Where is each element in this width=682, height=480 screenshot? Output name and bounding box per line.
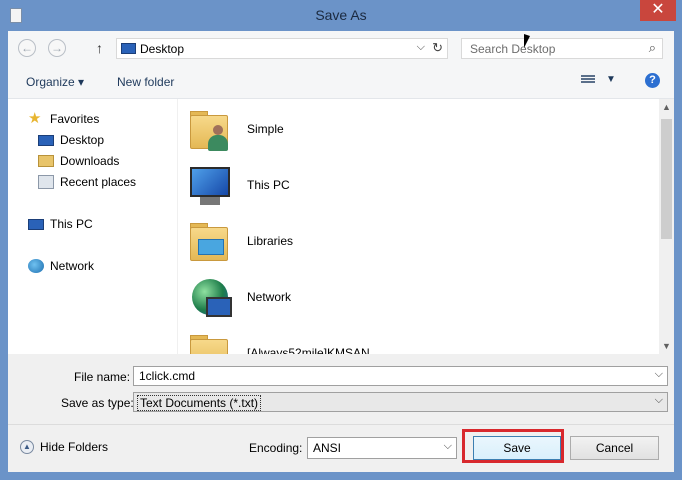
file-item-label: Libraries	[247, 234, 294, 248]
star-icon: ★	[28, 110, 42, 127]
sidebar-item-recent-places[interactable]: Recent places	[38, 174, 136, 190]
search-icon[interactable]: ⌕	[649, 40, 656, 56]
desktop-icon	[121, 43, 136, 54]
save-as-type-select[interactable]: Text Documents (*.txt) ⌵	[133, 392, 668, 412]
hide-folders-label: Hide Folders	[40, 440, 109, 454]
title-bar[interactable]: Save As ✕	[0, 0, 682, 31]
chevron-down-icon[interactable]: ⌵	[655, 368, 663, 381]
chevron-down-icon[interactable]: ⌵	[444, 440, 452, 453]
close-button[interactable]: ✕	[640, 0, 676, 21]
new-folder-button[interactable]: New folder	[117, 75, 174, 89]
file-name-value: 1click.cmd	[139, 369, 196, 383]
dialog-body: ← → ↑ Desktop ⌵ ↻ Search Desktop ⌕ Organ…	[8, 31, 674, 472]
libraries-icon	[186, 219, 232, 265]
sidebar-item-label: Favorites	[50, 112, 100, 126]
desktop-icon	[38, 134, 54, 146]
sidebar-item-label: Desktop	[60, 133, 105, 147]
chevron-up-icon: ▲	[20, 440, 34, 454]
command-bar: Organize ▾ New folder ▼ ?	[8, 65, 674, 99]
save-as-type-value: Text Documents (*.txt)	[137, 395, 262, 411]
sidebar-item-label: Downloads	[60, 154, 120, 168]
search-input[interactable]: Search Desktop ⌕	[461, 38, 663, 59]
scroll-up-icon[interactable]: ▲	[662, 102, 671, 112]
vertical-scrollbar[interactable]: ▲ ▼	[659, 99, 674, 354]
navigation-bar: ← → ↑ Desktop ⌵ ↻ Search Desktop ⌕	[8, 31, 674, 65]
save-as-dialog: Save As ✕ ← → ↑ Desktop ⌵ ↻ Search Deskt…	[0, 0, 682, 480]
network-icon	[186, 275, 232, 321]
up-button[interactable]: ↑	[96, 40, 103, 56]
list-item[interactable]: This PC	[186, 161, 486, 211]
encoding-select[interactable]: ANSI ⌵	[307, 437, 457, 459]
navigation-pane: ★ Favorites Desktop Downloads Recent pla…	[8, 99, 177, 354]
list-item[interactable]: [Always52mile]KMSAN	[186, 329, 486, 354]
chevron-down-icon[interactable]: ⌵	[655, 394, 663, 407]
computer-icon	[28, 218, 44, 230]
sidebar-item-label: This PC	[50, 217, 93, 231]
organize-button[interactable]: Organize ▾	[26, 75, 84, 89]
help-icon[interactable]: ?	[645, 73, 660, 88]
network-icon	[28, 259, 44, 273]
user-folder-icon	[186, 107, 232, 153]
refresh-icon[interactable]: ↻	[432, 40, 443, 56]
address-dropdown-icon[interactable]: ⌵	[417, 41, 425, 54]
file-name-field[interactable]: 1click.cmd ⌵	[133, 366, 668, 386]
view-options-icon[interactable]	[581, 74, 595, 87]
mouse-cursor	[524, 34, 530, 48]
encoding-label: Encoding:	[249, 441, 303, 455]
save-options-panel: File name: 1click.cmd ⌵ Save as type: Te…	[8, 354, 674, 472]
file-item-label: This PC	[247, 178, 290, 192]
sidebar-item-downloads[interactable]: Downloads	[38, 153, 119, 169]
list-item[interactable]: Libraries	[186, 217, 486, 267]
save-button[interactable]: Save	[473, 436, 561, 460]
view-dropdown-icon[interactable]: ▼	[606, 74, 616, 85]
sidebar-item-network[interactable]: Network	[28, 258, 94, 274]
cancel-button[interactable]: Cancel	[570, 436, 659, 460]
sidebar-item-favorites[interactable]: ★ Favorites	[28, 111, 99, 127]
list-item[interactable]: Network	[186, 273, 486, 323]
file-name-label: File name:	[74, 370, 131, 384]
hide-folders-button[interactable]: ▲ Hide Folders	[20, 440, 108, 454]
sidebar-item-this-pc[interactable]: This PC	[28, 216, 93, 232]
scroll-down-icon[interactable]: ▼	[662, 341, 671, 351]
downloads-folder-icon	[38, 155, 54, 167]
file-item-label: Simple	[247, 122, 284, 136]
scrollbar-thumb[interactable]	[661, 119, 672, 239]
list-item[interactable]: Simple	[186, 105, 486, 155]
sidebar-item-label: Recent places	[60, 175, 137, 189]
back-button[interactable]: ←	[18, 39, 36, 57]
address-bar[interactable]: Desktop ⌵ ↻	[116, 38, 448, 59]
file-item-label: [Always52mile]KMSAN	[247, 346, 370, 354]
sidebar-item-label: Network	[50, 259, 95, 273]
file-list: Simple This PC Libraries Network [Always…	[178, 99, 659, 354]
recent-places-icon	[38, 175, 54, 189]
encoding-value: ANSI	[313, 441, 342, 455]
folder-icon	[186, 331, 232, 354]
file-item-label: Network	[247, 290, 292, 304]
computer-icon	[186, 163, 232, 209]
divider	[8, 424, 674, 425]
forward-button[interactable]: →	[48, 39, 66, 57]
sidebar-item-desktop[interactable]: Desktop	[38, 132, 104, 148]
address-text: Desktop	[140, 42, 185, 56]
search-placeholder: Search Desktop	[470, 42, 556, 56]
window-title: Save As	[315, 7, 367, 23]
save-as-type-label: Save as type:	[61, 396, 134, 410]
